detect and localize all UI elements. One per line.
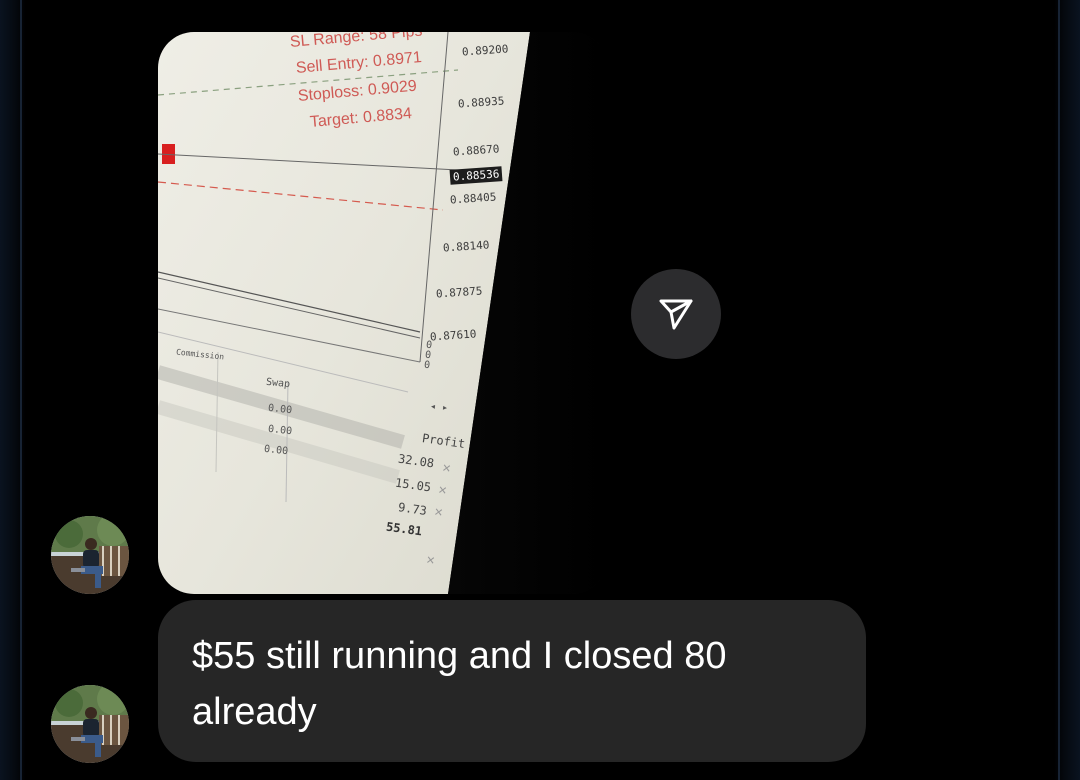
close-position-icon: ✕ xyxy=(433,506,444,520)
swap-value: 0.00 xyxy=(267,423,293,438)
table-nav-arrows[interactable]: ◂ ▸ xyxy=(429,401,448,414)
screen-edge-right xyxy=(1054,0,1080,780)
paper-plane-icon xyxy=(659,299,693,330)
sender-avatar[interactable] xyxy=(51,685,129,763)
screen-edge-left xyxy=(0,0,26,780)
message-text: $55 still running and I closed 80 alread… xyxy=(192,635,727,733)
message-bubble[interactable]: $55 still running and I closed 80 alread… xyxy=(158,600,866,762)
close-position-icon: ✕ xyxy=(425,554,436,568)
photo-message[interactable]: SL Range: 58 Pips Sell Entry: 0.8971 Sto… xyxy=(158,32,608,594)
axis-zero: 0 xyxy=(423,359,431,372)
sender-avatar[interactable] xyxy=(51,516,129,594)
avatar-photo xyxy=(51,516,129,594)
avatar-photo xyxy=(51,685,129,763)
swap-header: Swap xyxy=(265,376,291,391)
close-position-icon: ✕ xyxy=(441,462,452,476)
swap-value: 0.00 xyxy=(263,443,289,458)
swap-value: 0.00 xyxy=(267,402,293,417)
close-position-icon: ✕ xyxy=(437,484,448,498)
share-button[interactable] xyxy=(631,269,721,359)
